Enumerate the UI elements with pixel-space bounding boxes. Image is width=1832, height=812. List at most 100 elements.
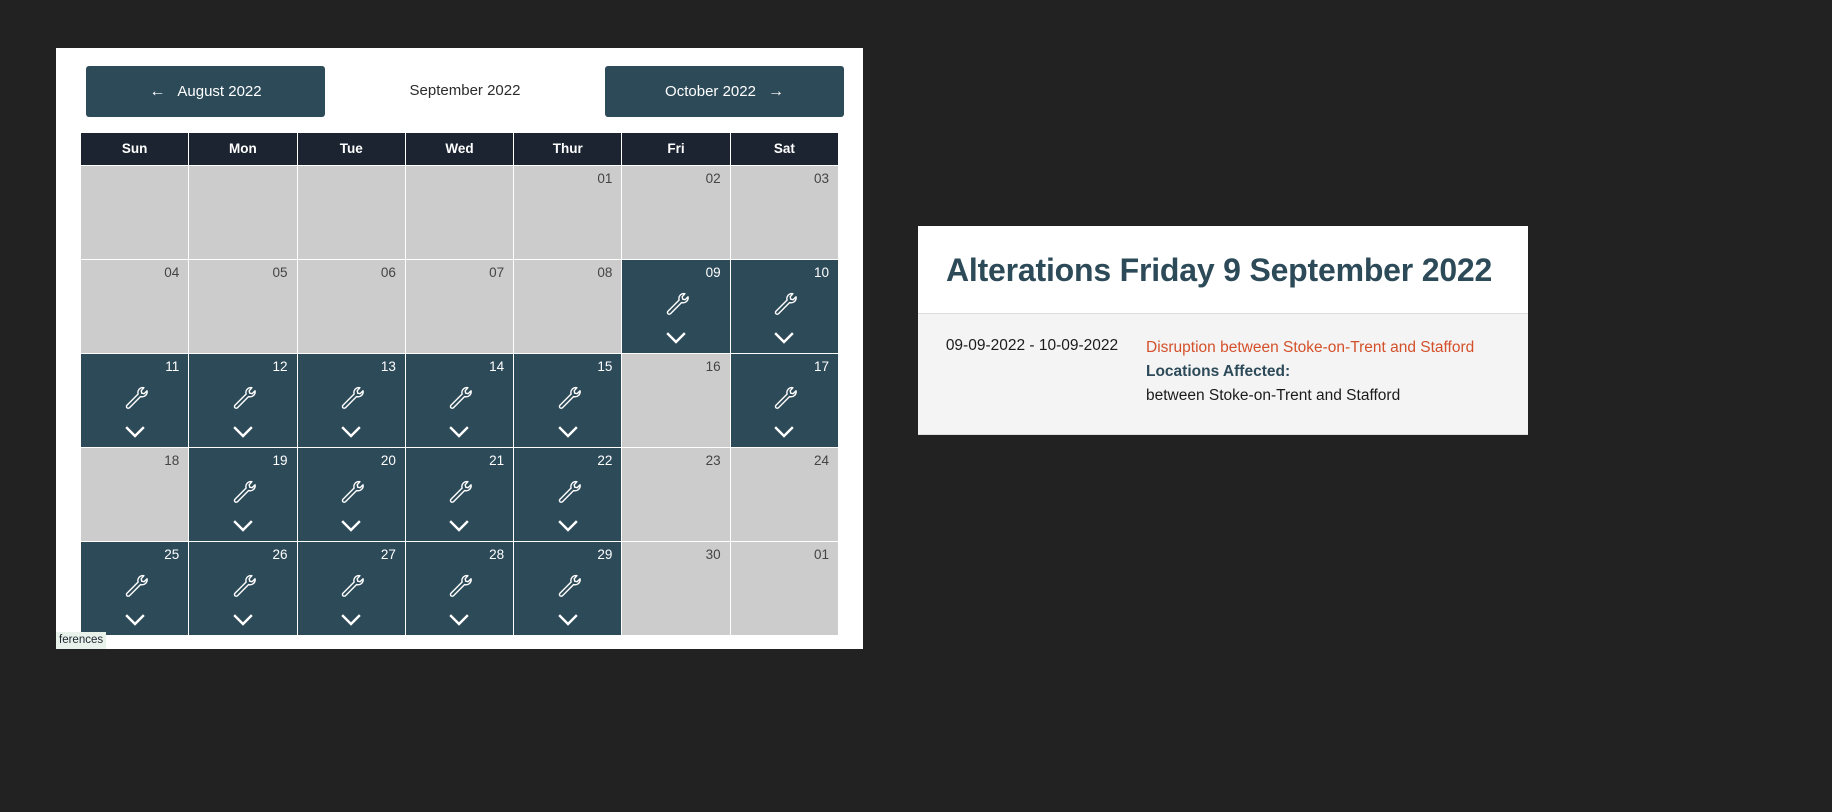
day-cell-07: 07 [405, 260, 514, 353]
day-cell-10[interactable]: 10 [730, 260, 838, 353]
disruption-headline-link[interactable]: Disruption between Stoke-on-Trent and St… [1146, 336, 1510, 360]
detail-row: 09-09-2022 - 10-09-2022 Disruption betwe… [918, 313, 1528, 436]
next-month-button[interactable]: October 2022 → [605, 66, 844, 117]
weekday-header-tue: Tue [297, 133, 405, 165]
day-cell-16: 16 [622, 354, 730, 447]
day-cell-22[interactable]: 22 [514, 448, 622, 541]
previous-month-label: August 2022 [177, 83, 262, 100]
day-cell-28[interactable]: 28 [405, 542, 514, 635]
day-cell-21[interactable]: 21 [405, 448, 514, 541]
day-number: 30 [705, 547, 721, 562]
chevron-down-icon[interactable] [558, 426, 578, 439]
day-number: 04 [164, 265, 180, 280]
day-cell-18: 18 [81, 448, 189, 541]
chevron-down-icon[interactable] [124, 426, 145, 439]
alterations-detail-panel: Alterations Friday 9 September 2022 09-0… [918, 226, 1528, 436]
day-cell-29[interactable]: 29 [514, 542, 622, 635]
day-number: 24 [813, 453, 829, 468]
weekday-header-wed: Wed [405, 133, 514, 165]
day-cell-empty [297, 166, 405, 259]
day-number: 10 [813, 265, 829, 280]
day-cell-15[interactable]: 15 [514, 354, 622, 447]
day-number: 08 [597, 265, 613, 280]
chevron-down-icon[interactable] [558, 614, 578, 627]
wrench-icon [450, 574, 473, 597]
day-number: 12 [272, 359, 288, 374]
day-number: 09 [705, 265, 721, 280]
day-number: 15 [597, 359, 613, 374]
day-cell-25[interactable]: 25 [81, 542, 189, 635]
calendar-grid: Sun Mon Tue Wed Thur Fri Sat 01 02 03 04 05 06 07 08 09… [81, 133, 838, 635]
day-cell-23: 23 [622, 448, 730, 541]
weekday-header-sat: Sat [730, 133, 838, 165]
day-cell-26[interactable]: 26 [189, 542, 297, 635]
day-cell-13[interactable]: 13 [297, 354, 405, 447]
day-cell-24: 24 [730, 448, 838, 541]
day-cell-11[interactable]: 11 [81, 354, 189, 447]
day-number: 25 [164, 547, 180, 562]
chevron-down-icon[interactable] [341, 614, 361, 627]
day-cell-empty [189, 166, 297, 259]
day-cell-empty [81, 166, 189, 259]
wrench-icon [775, 292, 798, 315]
day-number: 14 [489, 359, 505, 374]
day-cell-14[interactable]: 14 [405, 354, 514, 447]
locations-affected-value: between Stoke-on-Trent and Stafford [1146, 387, 1401, 405]
chevron-down-icon[interactable] [449, 426, 470, 439]
wrench-icon [558, 480, 581, 503]
wrench-icon [341, 574, 364, 597]
day-number: 13 [380, 359, 396, 374]
previous-month-button[interactable]: ← August 2022 [86, 66, 325, 117]
day-cell-09[interactable]: 09 [622, 260, 730, 353]
weekday-header-sun: Sun [81, 133, 189, 165]
calendar-widget: ← August 2022 September 2022 October 202… [56, 48, 863, 649]
chevron-down-icon[interactable] [233, 614, 253, 627]
next-month-label: October 2022 [665, 83, 756, 100]
day-cell-05: 05 [189, 260, 297, 353]
day-cell-02: 02 [622, 166, 730, 259]
chevron-down-icon[interactable] [774, 426, 795, 439]
chevron-down-icon[interactable] [558, 520, 578, 533]
weekday-header-fri: Fri [622, 133, 730, 165]
day-number: 01 [813, 547, 829, 562]
day-number: 28 [489, 547, 505, 562]
arrow-left-icon: ← [149, 82, 166, 100]
day-cell-27[interactable]: 27 [297, 542, 405, 635]
weekday-header-thur: Thur [514, 133, 622, 165]
chevron-down-icon[interactable] [233, 520, 253, 533]
chevron-down-icon[interactable] [774, 332, 795, 345]
wrench-icon [233, 574, 256, 597]
day-number: 05 [272, 265, 288, 280]
chevron-down-icon[interactable] [449, 520, 470, 533]
day-number: 03 [813, 171, 829, 186]
chevron-down-icon[interactable] [124, 614, 145, 627]
day-cell-12[interactable]: 12 [189, 354, 297, 447]
wrench-icon [233, 480, 256, 503]
day-cell-06: 06 [297, 260, 405, 353]
chevron-down-icon[interactable] [666, 332, 686, 345]
calendar-navigation: ← August 2022 September 2022 October 202… [56, 48, 863, 133]
day-cell-03: 03 [730, 166, 838, 259]
day-cell-01: 01 [730, 542, 838, 635]
wrench-icon [125, 574, 148, 597]
day-cell-19[interactable]: 19 [189, 448, 297, 541]
weekday-header-mon: Mon [189, 133, 297, 165]
day-cell-17[interactable]: 17 [730, 354, 838, 447]
wrench-icon [233, 386, 256, 409]
day-number: 16 [705, 359, 721, 374]
day-cell-20[interactable]: 20 [297, 448, 405, 541]
day-number: 06 [380, 265, 396, 280]
day-number: 22 [597, 453, 613, 468]
chevron-down-icon[interactable] [341, 426, 361, 439]
day-number: 17 [813, 359, 829, 374]
day-number: 29 [597, 547, 613, 562]
wrench-icon [775, 386, 798, 409]
chevron-down-icon[interactable] [233, 426, 253, 439]
chevron-down-icon[interactable] [341, 520, 361, 533]
wrench-icon [125, 386, 148, 409]
detail-description: Disruption between Stoke-on-Trent and St… [1146, 336, 1528, 408]
day-number: 19 [272, 453, 288, 468]
chevron-down-icon[interactable] [449, 614, 470, 627]
wrench-icon [558, 386, 581, 409]
day-number: 07 [489, 265, 505, 280]
